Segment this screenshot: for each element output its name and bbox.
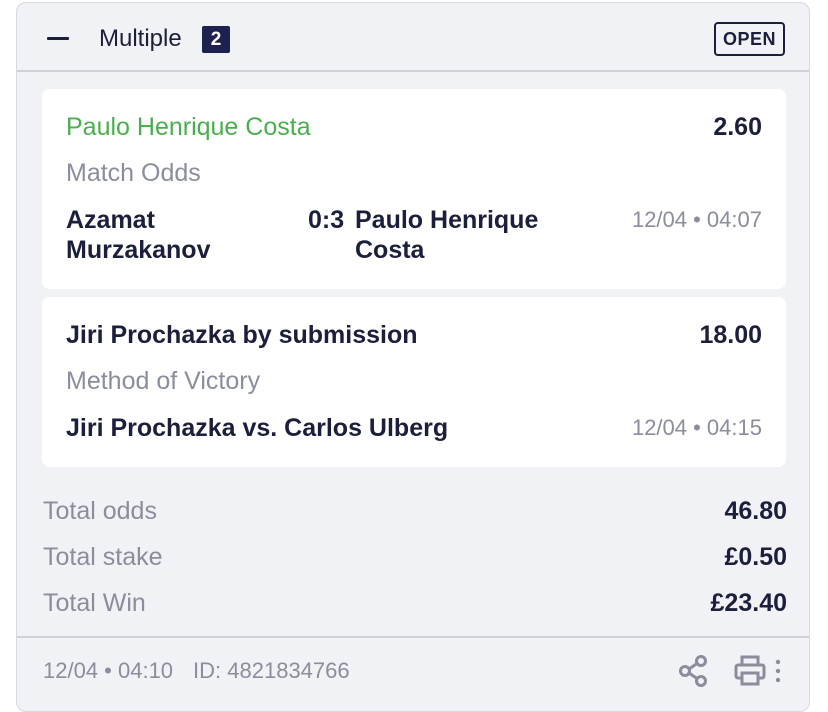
selection-odds: 18.00 <box>699 321 762 349</box>
market-name: Method of Victory <box>66 367 261 395</box>
total-win-label: Total Win <box>43 589 146 617</box>
bet-type-title: Multiple <box>99 25 182 52</box>
selection-name: Paulo Henrique Costa <box>66 113 311 141</box>
away-team: Paulo Henrique Costa <box>355 206 539 264</box>
bet-id: ID: 4821834766 <box>193 658 350 683</box>
placed-time: 12/04 • 04:10 <box>43 658 174 683</box>
total-stake-label: Total stake <box>43 543 163 571</box>
share-icon[interactable] <box>677 654 711 688</box>
status-badge: OPEN <box>713 22 785 56</box>
bet-header[interactable]: Multiple 2 OPEN <box>17 3 809 72</box>
market-name: Match Odds <box>66 159 201 187</box>
selection-card[interactable]: Paulo Henrique Costa 2.60 Match Odds Aza… <box>42 89 786 289</box>
event-time: 12/04 • 04:07 <box>631 207 762 232</box>
selection-card[interactable]: Jiri Prochazka by submission 18.00 Metho… <box>42 297 786 467</box>
total-win-row: Total Win £23.40 <box>43 589 787 625</box>
total-odds-label: Total odds <box>43 497 157 525</box>
event-score: 0:3 <box>308 206 345 234</box>
total-odds-row: Total odds 46.80 <box>43 497 787 533</box>
home-team: Azamat Murzakanov <box>66 206 211 264</box>
total-stake-value: £0.50 <box>724 543 787 571</box>
bet-card: Multiple 2 OPEN Paulo Henrique Costa 2.6… <box>16 2 810 712</box>
event-name: Jiri Prochazka vs. Carlos Ulberg <box>66 414 449 442</box>
event-time: 12/04 • 04:15 <box>631 415 762 440</box>
collapse-icon[interactable] <box>47 37 69 40</box>
more-vertical-icon[interactable] <box>773 654 783 688</box>
total-odds-value: 46.80 <box>724 497 787 525</box>
bet-meta: 12/04 • 04:10 ID: 4821834766 <box>43 658 350 684</box>
print-icon[interactable] <box>733 654 767 688</box>
total-win-value: £23.40 <box>710 589 787 617</box>
selection-count-badge: 2 <box>202 26 230 53</box>
selection-name: Jiri Prochazka by submission <box>66 321 418 349</box>
selection-odds: 2.60 <box>713 113 762 141</box>
total-stake-row: Total stake £0.50 <box>43 543 787 579</box>
